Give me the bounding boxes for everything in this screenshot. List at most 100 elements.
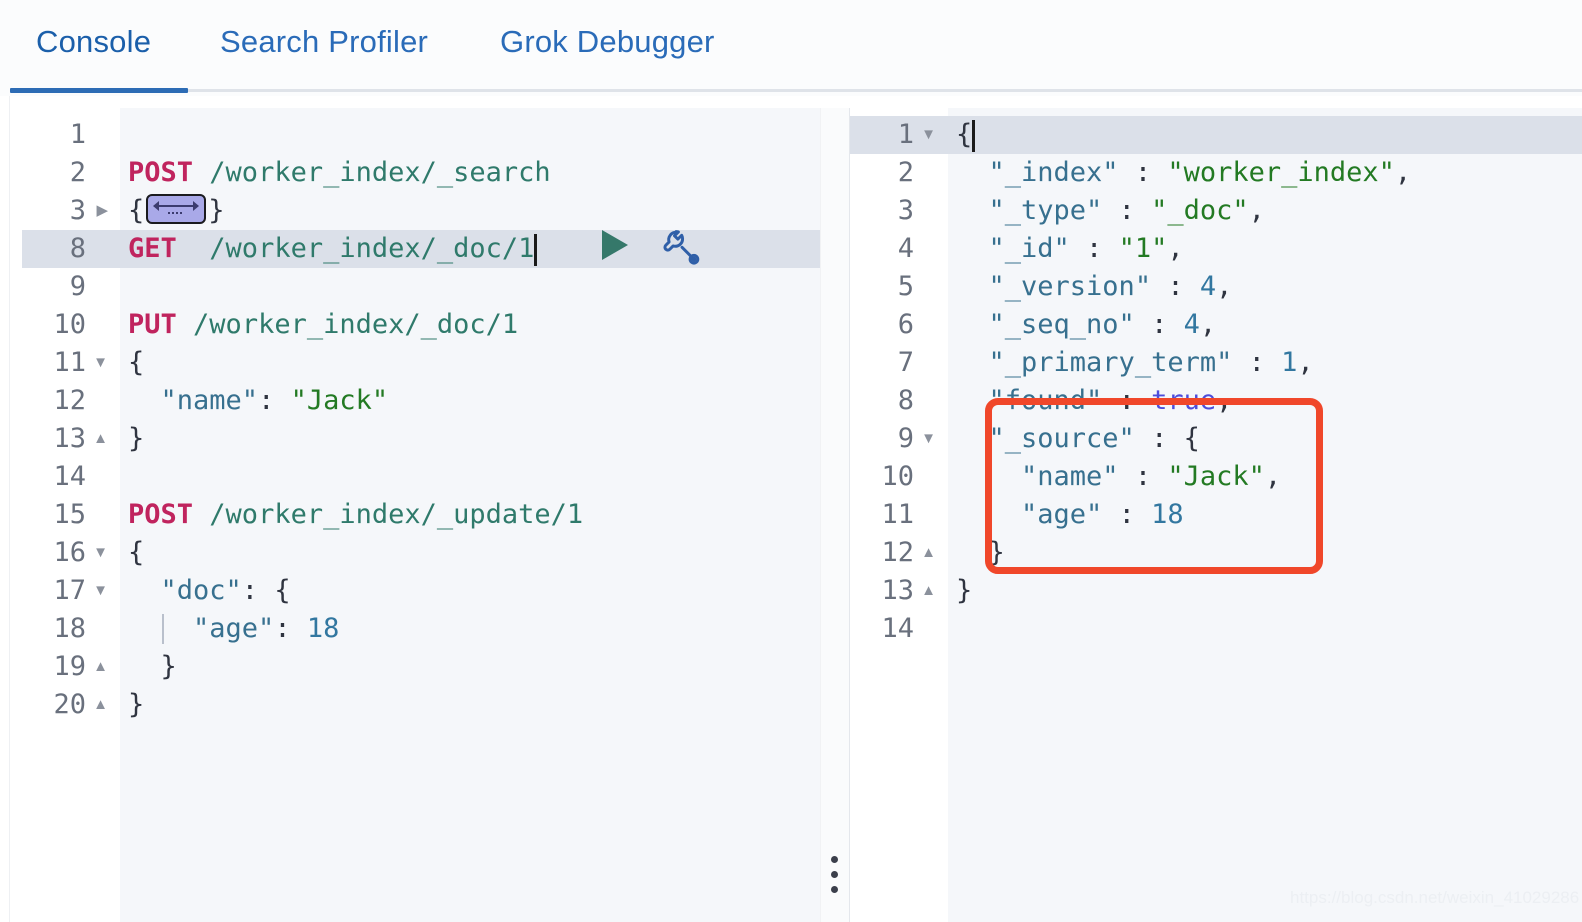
gutter-row[interactable]: 11 (850, 496, 948, 534)
gutter-row[interactable]: 3 (850, 192, 948, 230)
code-line[interactable]: "doc": { (120, 572, 820, 610)
fold-toggle-icon[interactable]: ▲ (921, 572, 936, 610)
fold-toggle-icon[interactable]: ▲ (921, 534, 936, 572)
fold-toggle-icon[interactable]: ▼ (93, 534, 108, 572)
code-line[interactable]: POST /worker_index/_update/1 (120, 496, 820, 534)
code-line[interactable] (120, 116, 820, 154)
text-caret (534, 234, 538, 266)
gutter-row[interactable]: 12 ▲ (850, 534, 948, 572)
fold-toggle-icon[interactable]: ▶ (96, 192, 108, 230)
gutter-row[interactable]: 5 (850, 268, 948, 306)
code-line[interactable]: GET /worker_index/_doc/1 (120, 230, 820, 268)
code-line[interactable]: } (120, 648, 820, 686)
gutter-row[interactable]: 6 (850, 306, 948, 344)
gutter-row[interactable]: 8 (22, 230, 120, 268)
gutter-row[interactable]: 11 ▼ (22, 344, 120, 382)
code-line[interactable]: "_type" : "_doc", (948, 192, 1582, 230)
code-line[interactable]: PUT /worker_index/_doc/1 (120, 306, 820, 344)
code-line[interactable] (120, 268, 820, 306)
request-gutter[interactable]: 1 2 3 ▶ 8 9 10 11 ▼ 12 13 ▲ 14 15 16 ▼ 17 ▼ 18 19 ▲ 20 ▲ (22, 108, 120, 922)
pane-resizer-handle[interactable] (831, 856, 841, 901)
fold-toggle-icon[interactable]: ▲ (93, 420, 108, 458)
gutter-row[interactable]: 14 (850, 610, 948, 648)
code-line[interactable]: "name" : "Jack", (948, 458, 1582, 496)
code-line-text: } (988, 537, 1005, 568)
code-line-text: } (160, 651, 177, 682)
code-line[interactable]: {} (120, 192, 820, 230)
code-line[interactable]: "_index" : "worker_index", (948, 154, 1582, 192)
code-line[interactable]: { (120, 344, 820, 382)
gutter-row[interactable]: 3 ▶ (22, 192, 120, 230)
code-line-text: "_seq_no" : 4, (988, 309, 1217, 340)
code-line[interactable]: { (948, 116, 1582, 154)
line-number: 10 (881, 461, 914, 492)
code-line-text: { (128, 537, 145, 568)
fold-toggle-icon[interactable]: ▼ (921, 116, 936, 154)
response-code-area[interactable]: { "_index" : "worker_index", "_type" : "… (948, 108, 1582, 922)
code-line[interactable]: { (120, 534, 820, 572)
folded-code-widget[interactable] (146, 194, 207, 224)
code-line[interactable]: } (120, 420, 820, 458)
code-line[interactable]: "_version" : 4, (948, 268, 1582, 306)
code-line[interactable]: "_seq_no" : 4, (948, 306, 1582, 344)
gutter-row[interactable]: 13 ▲ (850, 572, 948, 610)
gutter-row[interactable]: 12 (22, 382, 120, 420)
code-line[interactable]: "_id" : "1", (948, 230, 1582, 268)
wrench-icon[interactable] (660, 226, 702, 268)
tab-search-profiler[interactable]: Search Profiler (220, 24, 428, 60)
code-line[interactable]: } (120, 686, 820, 724)
gutter-row[interactable]: 10 (22, 306, 120, 344)
fold-toggle-icon[interactable]: ▼ (93, 572, 108, 610)
request-code-area[interactable]: POST /worker_index/_search {} GET /worker_… (120, 108, 820, 922)
code-line[interactable]: "age": 18 (120, 610, 820, 648)
line-number: 17 (53, 575, 86, 606)
code-line[interactable]: "name": "Jack" (120, 382, 820, 420)
fold-toggle-icon[interactable]: ▲ (93, 686, 108, 724)
gutter-row[interactable]: 13 ▲ (22, 420, 120, 458)
code-line[interactable]: "_source" : { (948, 420, 1582, 458)
line-number: 11 (881, 499, 914, 530)
line-number: 9 (69, 271, 86, 302)
gutter-row[interactable]: 14 (22, 458, 120, 496)
gutter-row[interactable]: 9 ▼ (850, 420, 948, 458)
code-line[interactable]: "_primary_term" : 1, (948, 344, 1582, 382)
gutter-row[interactable]: 7 (850, 344, 948, 382)
gutter-row[interactable]: 10 (850, 458, 948, 496)
line-number: 7 (897, 347, 914, 378)
code-line[interactable]: "found" : true, (948, 382, 1582, 420)
code-line[interactable]: } (948, 534, 1582, 572)
response-gutter[interactable]: 1 ▼ 2 3 4 5 6 7 8 9 ▼ 10 11 12 ▲ 13 ▲ 14 (850, 108, 948, 922)
gutter-row[interactable]: 1 ▼ (850, 116, 948, 154)
gutter-row[interactable]: 2 (22, 154, 120, 192)
gutter-row[interactable]: 9 (22, 268, 120, 306)
tab-console[interactable]: Console (36, 24, 151, 60)
gutter-row[interactable]: 20 ▲ (22, 686, 120, 724)
gutter-row[interactable]: 19 ▲ (22, 648, 120, 686)
gutter-row[interactable]: 18 (22, 610, 120, 648)
gutter-row[interactable]: 4 (850, 230, 948, 268)
line-number: 13 (53, 423, 86, 454)
gutter-row[interactable]: 16 ▼ (22, 534, 120, 572)
fold-toggle-icon[interactable]: ▲ (93, 648, 108, 686)
request-editor[interactable]: 1 2 3 ▶ 8 9 10 11 ▼ 12 13 ▲ 14 15 16 ▼ 17 ▼ 18 19 ▲ 20 ▲ POST … (22, 108, 820, 922)
gutter-row[interactable]: 1 (22, 116, 120, 154)
code-line[interactable]: POST /worker_index/_search (120, 154, 820, 192)
line-number: 4 (897, 233, 914, 264)
code-line[interactable] (120, 458, 820, 496)
fold-toggle-icon[interactable]: ▼ (93, 344, 108, 382)
tab-grok-debugger[interactable]: Grok Debugger (500, 24, 715, 60)
gutter-row[interactable]: 8 (850, 382, 948, 420)
line-number: 9 (897, 423, 914, 454)
fold-toggle-icon[interactable]: ▼ (921, 420, 936, 458)
gutter-row[interactable]: 15 (22, 496, 120, 534)
code-line[interactable]: } (948, 572, 1582, 610)
gutter-row[interactable]: 17 ▼ (22, 572, 120, 610)
code-line-text: POST /worker_index/_search (128, 157, 551, 188)
response-editor[interactable]: 1 ▼ 2 3 4 5 6 7 8 9 ▼ 10 11 12 ▲ 13 ▲ 14 { "_index" : "wo… (850, 108, 1582, 922)
gutter-row[interactable]: 2 (850, 154, 948, 192)
code-line[interactable]: "age" : 18 (948, 496, 1582, 534)
pane-divider[interactable] (820, 108, 850, 922)
code-line-text: POST /worker_index/_update/1 (128, 499, 584, 530)
code-line[interactable] (948, 610, 1582, 648)
play-icon[interactable] (602, 230, 628, 260)
